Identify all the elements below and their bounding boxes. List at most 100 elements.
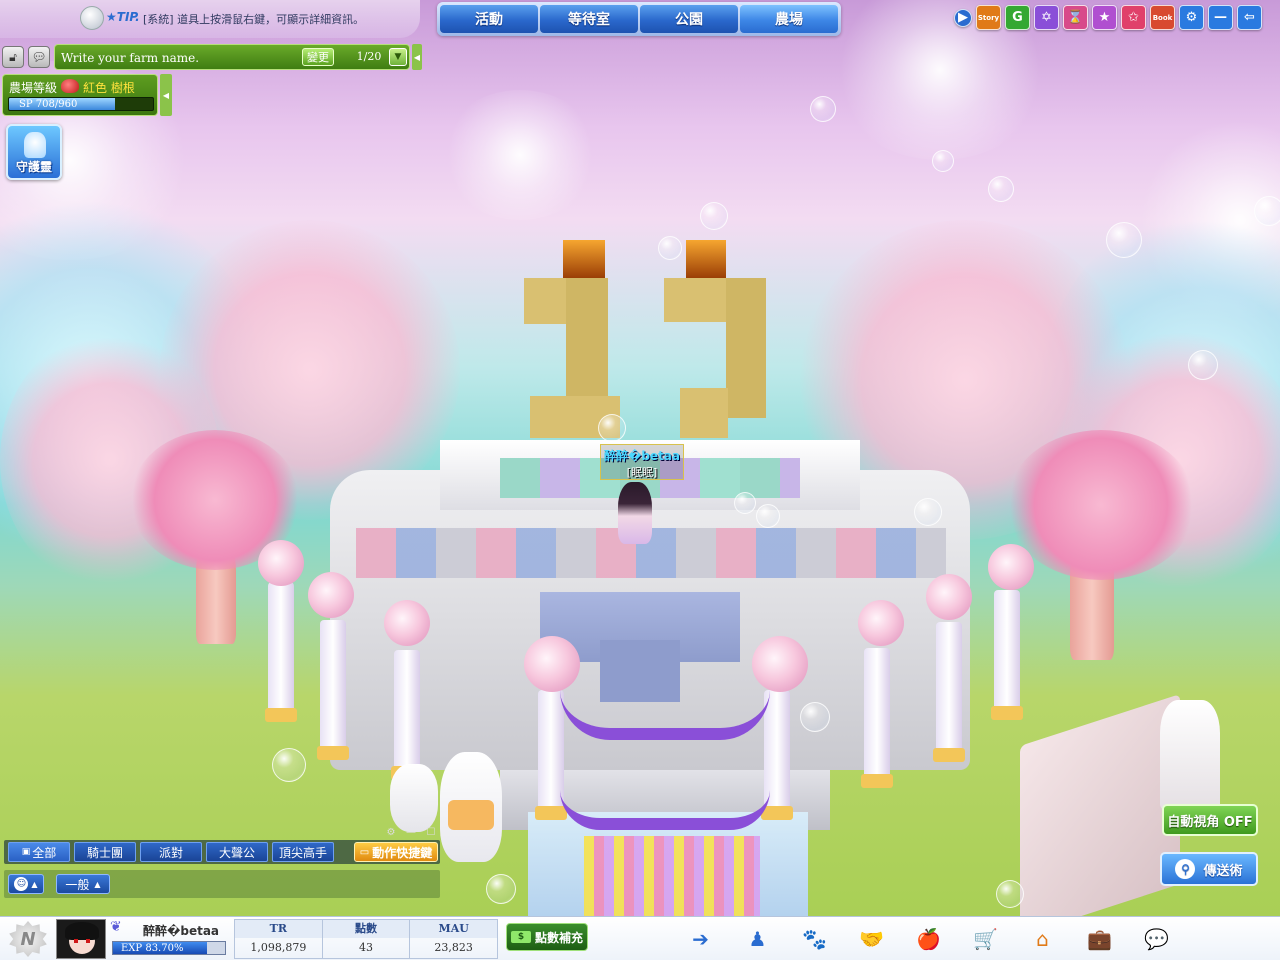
farm-dropdown-button[interactable]: ▼	[389, 48, 407, 66]
bubble	[914, 498, 942, 526]
decor-pillar	[933, 622, 965, 762]
dock-inventory-bag-icon[interactable]: 💼	[1071, 923, 1128, 955]
star-badge-icon[interactable]: ✡	[1034, 5, 1059, 30]
dock-expand-icon[interactable]: ➔	[672, 923, 729, 955]
reindeer-scarf	[448, 800, 494, 830]
speech-bubble-icon[interactable]: 💬︎	[28, 46, 50, 68]
new-star-icon[interactable]: ★	[1092, 5, 1117, 30]
teleport-button[interactable]: ⚲ 傳送術	[1160, 852, 1258, 886]
candle-seven-right	[726, 278, 766, 418]
flower-ball	[988, 544, 1034, 590]
bubble	[486, 874, 516, 904]
auto-camera-toggle-button[interactable]: 自動視角 OFF	[1162, 804, 1258, 836]
stat-label: TR	[235, 920, 322, 938]
top-bar: ★TIP. [系統] 道具上按滑鼠右鍵，可顯示詳細資訊。 活動 等待室 公園 農…	[0, 0, 1280, 40]
chat-maximize-icon[interactable]: ☐	[424, 826, 438, 838]
book-icon[interactable]: Book	[1150, 5, 1175, 30]
chat-window-controls: ⚙ — ☐	[384, 826, 438, 838]
candle-seven-foot	[680, 388, 728, 438]
stat-value: 1,098,879	[250, 941, 307, 954]
sp-progress-text: SP 708/960	[19, 99, 78, 110]
character-name: 醉醉�betaa	[603, 449, 681, 463]
dock-shop-cart-icon[interactable]: 🛒	[957, 923, 1014, 955]
n-rank-badge-icon[interactable]: N	[9, 921, 47, 957]
level-panel-collapse-button[interactable]: ◀	[160, 74, 172, 116]
change-name-button[interactable]: 變更	[302, 48, 334, 66]
g-icon[interactable]: G	[1005, 5, 1030, 30]
chat-tab-top-players[interactable]: 頂尖高手	[272, 842, 334, 862]
main-nav-tabs: 活動 等待室 公園 農場	[437, 2, 841, 36]
tip-text: [系統] 道具上按滑鼠右鍵，可顯示詳細資訊。	[143, 13, 365, 26]
light-glow	[440, 90, 600, 220]
chat-tab-megaphone[interactable]: 大聲公	[206, 842, 268, 862]
settings-gear-icon[interactable]: ⚙	[1179, 5, 1204, 30]
chat-channel-value: 一般	[65, 877, 90, 892]
bubble	[800, 702, 830, 732]
chat-settings-gear-icon[interactable]: ⚙	[384, 826, 398, 838]
player-name: 醉醉�betaa	[143, 924, 220, 938]
grand-piano	[1020, 694, 1180, 916]
farm-name-field: 變更 1/20 ▼	[54, 44, 410, 70]
reindeer-statue	[390, 764, 438, 832]
farm-bar-collapse-button[interactable]: ◀	[412, 44, 422, 70]
player-character[interactable]	[618, 482, 652, 544]
emoticon-button[interactable]: ☺ ▲	[8, 874, 44, 894]
dock-community-icon[interactable]: ♟	[729, 923, 786, 955]
chat-tab-label: 全部	[32, 845, 57, 860]
tab-waiting-room[interactable]: 等待室	[540, 5, 638, 33]
bubble	[756, 504, 780, 528]
bubble	[598, 414, 626, 442]
farm-level-label: 農場等級	[9, 81, 58, 95]
decor-pillar	[317, 620, 349, 760]
chat-tab-guild[interactable]: 騎士團	[74, 842, 136, 862]
avatar-hair	[65, 922, 99, 940]
chat-panel: ⚙ — ☐ ▣ 全部 騎士團 派對 大聲公 頂尖高手 ▭ 動作快捷鍵 ☺ ▲ 一般 ▲	[2, 824, 440, 900]
player-stats: TR 1,098,879 點數 43 MAU 23,823	[234, 919, 498, 959]
dock-chat-icon[interactable]: 💬	[1128, 923, 1185, 955]
tip-character-icon	[80, 6, 104, 30]
guardian-spirit-icon	[24, 132, 46, 158]
chat-input-row: ☺ ▲ 一般 ▲	[4, 870, 440, 898]
chat-minimize-icon[interactable]: —	[404, 826, 418, 838]
chevron-up-icon: ▲	[31, 879, 38, 889]
farm-name-input[interactable]	[61, 49, 297, 67]
bubble	[1188, 350, 1218, 380]
wedding-cake-small	[1160, 700, 1220, 810]
chevron-down-icon: ▼	[394, 52, 402, 62]
hourglass-icon[interactable]: ⌛	[1063, 5, 1088, 30]
teleport-icon: ⚲	[1175, 859, 1196, 879]
minimize-icon[interactable]: —	[1208, 5, 1233, 30]
decor-pillar	[991, 590, 1023, 720]
favorite-star-icon[interactable]: ✩	[1121, 5, 1146, 30]
player-avatar[interactable]	[56, 919, 106, 959]
lock-icon[interactable]: 🔓︎	[2, 46, 24, 68]
pink-tree-canopy	[1006, 430, 1196, 580]
bubble	[988, 176, 1014, 202]
decor-pillar	[391, 650, 423, 780]
tab-farm[interactable]: 農場	[740, 5, 838, 33]
chat-tab-party[interactable]: 派對	[140, 842, 202, 862]
guardian-spirit-button[interactable]: 守護靈	[6, 124, 62, 180]
story-icon[interactable]: Story	[976, 5, 1001, 30]
action-hotkey-button[interactable]: ▭ 動作快捷鍵	[354, 842, 438, 862]
dock-home-icon[interactable]: ⌂	[1014, 923, 1071, 955]
bubble	[700, 202, 728, 230]
points-recharge-button[interactable]: $ 點數補充	[506, 923, 588, 951]
stat-mau: MAU 23,823	[410, 920, 498, 958]
flower-ball	[858, 600, 904, 646]
flower-ball	[308, 572, 354, 618]
tab-park[interactable]: 公園	[640, 5, 738, 33]
chat-tab-all[interactable]: ▣ 全部	[8, 842, 70, 862]
dock-handshake-icon[interactable]: 🤝	[843, 923, 900, 955]
dock-fruit-icon[interactable]: 🍎	[900, 923, 957, 955]
bottom-status-bar: N ❦ 醉醉�betaa EXP 83.70% TR 1,098,879 點數 …	[0, 916, 1280, 960]
expand-arrow-icon[interactable]: ▶	[954, 8, 972, 27]
red-root-icon	[61, 79, 79, 93]
decor-pillar	[861, 648, 893, 788]
chat-input[interactable]	[114, 874, 436, 894]
tab-events[interactable]: 活動	[440, 5, 538, 33]
back-arrow-icon[interactable]: ⇦	[1237, 5, 1262, 30]
chevron-left-icon: ◀	[162, 90, 170, 100]
chat-channel-select[interactable]: 一般 ▲	[56, 874, 110, 894]
dock-pet-paw-icon[interactable]: 🐾	[786, 923, 843, 955]
